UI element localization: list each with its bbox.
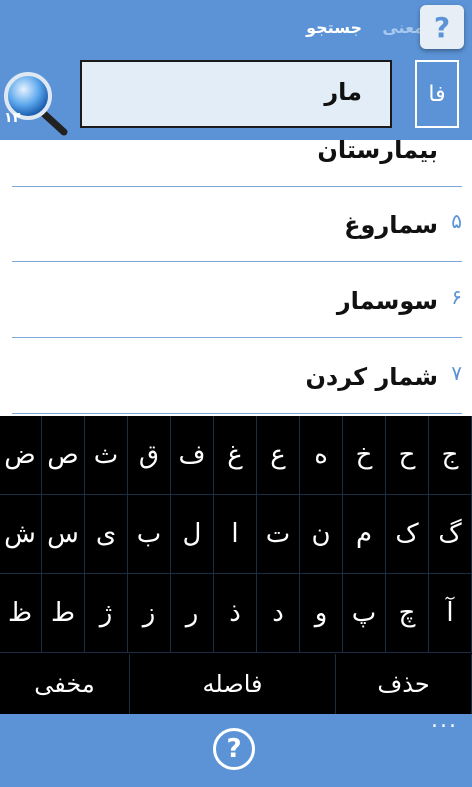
key[interactable]: ش (0, 495, 42, 574)
key[interactable]: ع (257, 416, 300, 495)
key[interactable]: ز (128, 574, 171, 653)
language-button[interactable]: فا (415, 60, 459, 128)
tab-search[interactable]: جستجو (306, 18, 362, 37)
list-item[interactable]: ۵ سماروغ (12, 187, 462, 262)
key[interactable]: م (343, 495, 386, 574)
help-icon[interactable]: ? (420, 5, 464, 49)
key[interactable]: ک (386, 495, 429, 574)
key[interactable]: ه (300, 416, 343, 495)
key[interactable]: چ (386, 574, 429, 653)
key[interactable]: ل (171, 495, 214, 574)
list-item[interactable]: بیمارستان (12, 140, 462, 187)
key[interactable]: س (42, 495, 85, 574)
key[interactable]: ی (85, 495, 128, 574)
key[interactable]: ق (128, 416, 171, 495)
tab-meaning[interactable]: معنی (382, 18, 424, 37)
key[interactable]: د (257, 574, 300, 653)
list-item[interactable]: ۷ شمار کردن (12, 339, 462, 414)
item-number: ۶ (451, 285, 462, 309)
persian-keyboard: حذف فاصله مخفی جحخهعغفقثصض گکمنتالبیسش آچپ… (0, 416, 472, 714)
key[interactable]: ص (42, 416, 85, 495)
item-number: ۷ (451, 361, 462, 385)
key[interactable]: ر (171, 574, 214, 653)
key[interactable]: و (300, 574, 343, 653)
result-count: ۱۴ (4, 110, 22, 126)
key[interactable]: ذ (214, 574, 257, 653)
key[interactable]: ط (42, 574, 85, 653)
list-item[interactable]: ۶ سوسمار (12, 263, 462, 338)
item-number: ۵ (451, 209, 462, 233)
delete-key[interactable]: حذف (336, 654, 472, 714)
key[interactable]: ب (128, 495, 171, 574)
key[interactable]: ن (300, 495, 343, 574)
search-value: مار (324, 78, 362, 106)
item-word: بیمارستان (317, 140, 438, 164)
results-list: بیمارستان ۵ سماروغ ۶ سوسمار ۷ شمار کردن (0, 140, 472, 416)
key[interactable]: ت (257, 495, 300, 574)
key[interactable]: غ (214, 416, 257, 495)
key[interactable]: ج (429, 416, 472, 495)
search-input[interactable]: مار (80, 60, 392, 128)
item-word: سوسمار (336, 287, 438, 315)
item-word: شمار کردن (305, 363, 438, 391)
key[interactable]: آ (429, 574, 472, 653)
key[interactable]: ژ (85, 574, 128, 653)
key[interactable]: خ (343, 416, 386, 495)
key[interactable]: ث (85, 416, 128, 495)
item-word: سماروغ (344, 211, 438, 239)
hide-keyboard-key[interactable]: مخفی (0, 654, 130, 714)
key[interactable]: ح (386, 416, 429, 495)
search-icon[interactable] (2, 68, 70, 138)
key[interactable]: پ (343, 574, 386, 653)
key[interactable]: ف (171, 416, 214, 495)
key[interactable]: گ (429, 495, 472, 574)
key[interactable]: ض (0, 416, 42, 495)
space-key[interactable]: فاصله (130, 654, 336, 714)
header: جستجو معنی ? ۱۴ مار فا (0, 0, 472, 140)
key[interactable]: ا (214, 495, 257, 574)
help-icon[interactable]: ? (213, 728, 255, 770)
key[interactable]: ظ (0, 574, 42, 653)
more-icon[interactable]: ... (431, 708, 458, 733)
app-bar: ? ... (0, 708, 472, 787)
